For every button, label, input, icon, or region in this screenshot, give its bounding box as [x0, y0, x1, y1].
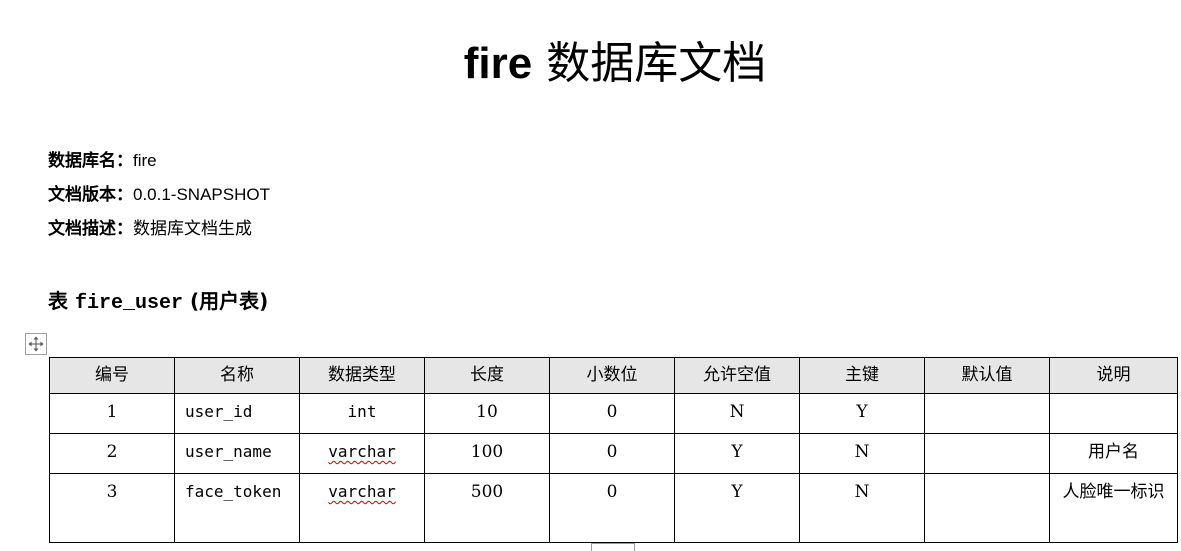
spellcheck-underlined-text: varchar: [328, 442, 396, 461]
meta-db-name: 数据库名：fire: [48, 144, 270, 178]
cell-type: int: [299, 393, 425, 434]
cell-length: 500: [424, 473, 550, 543]
cell-name: user_id: [174, 393, 300, 434]
cell-name: face_token: [174, 473, 300, 543]
cell-scale: 0: [549, 433, 675, 474]
cell-default: [924, 473, 1050, 543]
cell-comment: 人脸唯一标识: [1049, 473, 1178, 543]
table-header-row: 编号 名称 数据类型 长度 小数位 允许空值 主键 默认值 说明: [49, 357, 1178, 394]
fields-table: 编号 名称 数据类型 长度 小数位 允许空值 主键 默认值 说明 1 user_…: [49, 357, 1178, 543]
cell-comment: [1049, 393, 1178, 434]
table-heading-name: fire_user: [74, 292, 183, 315]
document-meta: 数据库名：fire 文档版本：0.0.1-SNAPSHOT 文档描述：数据库文档…: [48, 144, 270, 246]
column-header-name: 名称: [174, 357, 300, 394]
document-title-db-name: fire: [463, 39, 533, 88]
meta-label: 文档版本：: [48, 185, 133, 205]
table-resize-handle[interactable]: [591, 543, 635, 551]
cell-scale: 0: [549, 393, 675, 434]
document-title-text: 数据库文档: [546, 38, 767, 89]
table-heading-suffix: (用户表): [183, 289, 269, 313]
meta-value: fire: [133, 151, 157, 170]
cell-comment: 用户名: [1049, 433, 1178, 474]
document-title: fire 数据库文档: [0, 34, 1181, 94]
column-header-primary-key: 主键: [799, 357, 925, 394]
cell-primary-key: Y: [799, 393, 925, 434]
cell-default: [924, 433, 1050, 474]
column-header-scale: 小数位: [549, 357, 675, 394]
cell-no: 1: [49, 393, 175, 434]
cell-no: 3: [49, 473, 175, 543]
table-row: 2 user_name varchar 100 0 Y N 用户名: [49, 433, 1178, 474]
table-row: 3 face_token varchar 500 0 Y N 人脸唯一标识: [49, 473, 1178, 543]
cell-scale: 0: [549, 473, 675, 543]
cell-length: 100: [424, 433, 550, 474]
cell-type: varchar: [299, 473, 425, 543]
meta-label: 文档描述：: [48, 219, 133, 239]
meta-label: 数据库名：: [48, 151, 133, 171]
table-heading: 表 fire_user (用户表): [48, 285, 268, 315]
move-arrows-icon[interactable]: [25, 333, 47, 355]
table-row: 1 user_id int 10 0 N Y: [49, 393, 1178, 434]
cell-primary-key: N: [799, 433, 925, 474]
cell-name: user_name: [174, 433, 300, 474]
column-header-comment: 说明: [1049, 357, 1178, 394]
column-header-default: 默认值: [924, 357, 1050, 394]
cell-nullable: N: [674, 393, 800, 434]
column-header-type: 数据类型: [299, 357, 425, 394]
meta-doc-version: 文档版本：0.0.1-SNAPSHOT: [48, 178, 270, 212]
cell-length: 10: [424, 393, 550, 434]
cell-type: varchar: [299, 433, 425, 474]
cell-nullable: Y: [674, 433, 800, 474]
column-header-nullable: 允许空值: [674, 357, 800, 394]
cell-primary-key: N: [799, 473, 925, 543]
cell-no: 2: [49, 433, 175, 474]
meta-doc-description: 文档描述：数据库文档生成: [48, 212, 270, 246]
meta-value: 数据库文档生成: [133, 219, 252, 238]
spellcheck-underlined-text: varchar: [328, 482, 396, 501]
table-heading-prefix: 表: [48, 289, 75, 313]
cell-nullable: Y: [674, 473, 800, 543]
meta-value: 0.0.1-SNAPSHOT: [133, 185, 270, 204]
cell-default: [924, 393, 1050, 434]
column-header-length: 长度: [424, 357, 550, 394]
column-header-no: 编号: [49, 357, 175, 394]
